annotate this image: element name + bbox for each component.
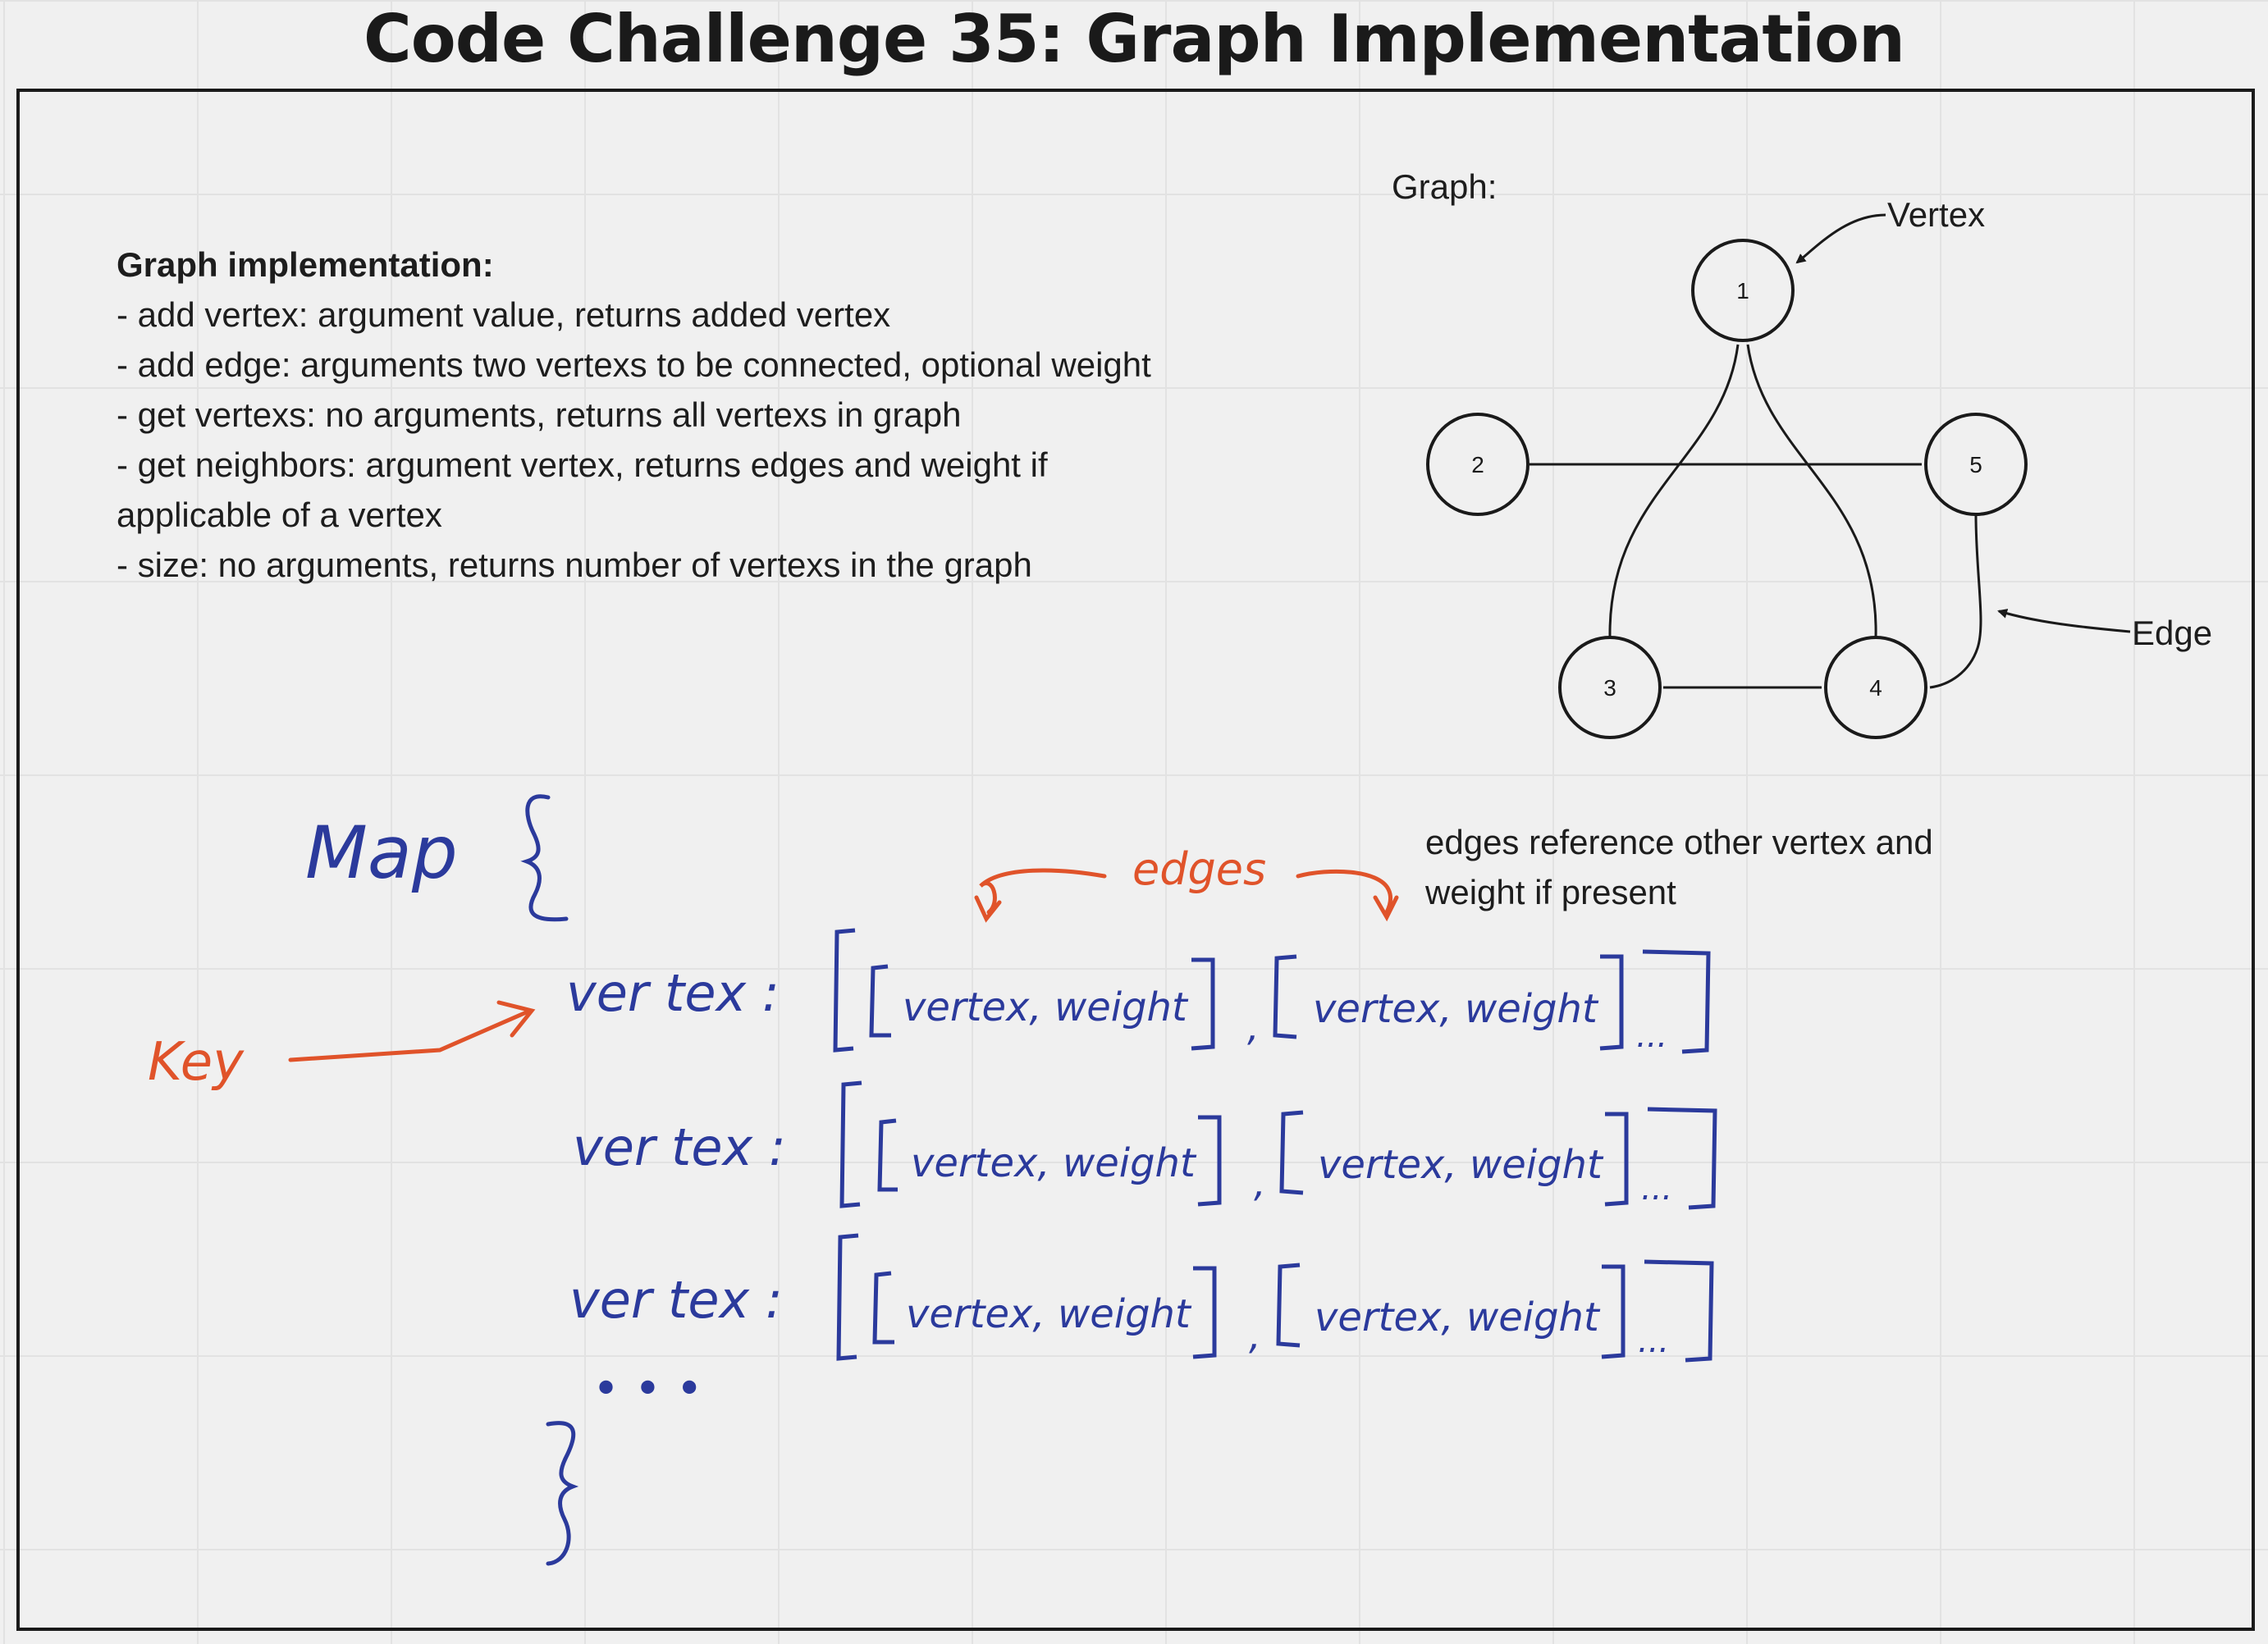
map-entry-row-1: ver tex : vertex, weight , vertex, weigh… bbox=[566, 928, 1711, 1055]
key-label: Key bbox=[148, 1032, 245, 1093]
map-entry-row-2: ver tex : vertex, weight , vertex, weigh… bbox=[573, 1080, 1717, 1210]
pair-close-bracket-icon bbox=[1604, 1112, 1629, 1207]
graph-node-label: 4 bbox=[1869, 675, 1882, 701]
map-close-brace-icon bbox=[546, 1421, 579, 1566]
edge-1-3 bbox=[1608, 344, 1740, 637]
pair-text: vertex, weight bbox=[1315, 1295, 1601, 1340]
graph-nodes: 1 2 3 4 5 bbox=[1426, 239, 2028, 739]
continuation-text: ... bbox=[1638, 1322, 1669, 1360]
pair-open-bracket-icon bbox=[1273, 954, 1297, 1039]
edge-callout-label: Edge bbox=[2132, 614, 2212, 652]
row-key-label: ver tex : bbox=[569, 1270, 783, 1330]
pair-text: vertex, weight bbox=[911, 1140, 1197, 1186]
pair-text: vertex, weight bbox=[1318, 1142, 1604, 1188]
edges-label: edges bbox=[1132, 843, 1266, 895]
pair-close-bracket-icon bbox=[1192, 1266, 1217, 1359]
diagram-canvas: 1 2 3 4 5 Vertex Edge Map ver tex: vert… bbox=[148, 195, 2212, 1566]
graph-node-3: 3 bbox=[1558, 636, 1662, 739]
pair-close-bracket-icon bbox=[1599, 954, 1624, 1051]
edge-1-4 bbox=[1746, 344, 1877, 637]
map-label: Map bbox=[305, 811, 458, 895]
graph-node-2: 2 bbox=[1426, 413, 1530, 516]
pair-text: vertex, weight bbox=[903, 984, 1189, 1030]
vertex-callout-arrow bbox=[1795, 213, 1886, 264]
pair-open-bracket-icon bbox=[872, 1271, 894, 1345]
graph-diagram bbox=[1530, 344, 1982, 689]
outer-open-bracket-icon bbox=[836, 1233, 859, 1361]
pair-close-bracket-icon bbox=[1197, 1115, 1222, 1207]
graph-node-label: 1 bbox=[1736, 278, 1749, 304]
pair-separator: , bbox=[1249, 1313, 1261, 1358]
continuation-text: ... bbox=[1636, 1017, 1667, 1055]
pair-close-bracket-icon bbox=[1191, 957, 1215, 1051]
graph-node-label: 2 bbox=[1471, 452, 1484, 477]
outer-open-bracket-icon bbox=[833, 928, 856, 1053]
graph-node-1: 1 bbox=[1691, 239, 1795, 342]
row-key-label: ver tex : bbox=[573, 1117, 786, 1177]
map-open-brace-icon bbox=[520, 794, 569, 922]
pair-close-bracket-icon bbox=[1601, 1264, 1626, 1359]
pair-text: vertex, weight bbox=[1313, 986, 1599, 1032]
more-rows-ellipsis: • • • bbox=[592, 1363, 703, 1416]
edge-callout: Edge bbox=[1997, 609, 2212, 652]
graph-node-label: 3 bbox=[1603, 675, 1616, 701]
graph-node-5: 5 bbox=[1924, 413, 2028, 516]
key-arrow-icon bbox=[288, 1008, 533, 1062]
pair-open-bracket-icon bbox=[1276, 1263, 1301, 1348]
graph-node-4: 4 bbox=[1824, 636, 1927, 739]
map-sketch: Map ver tex : vertex, weight , vertex, w… bbox=[305, 794, 1717, 1566]
edges-right-arrow-icon bbox=[1296, 869, 1393, 915]
pair-separator: , bbox=[1254, 1161, 1266, 1205]
edge-5-4 bbox=[1929, 514, 1982, 689]
continuation-text: ... bbox=[1641, 1170, 1672, 1208]
edges-right-arrow-head-icon bbox=[1373, 895, 1399, 922]
pair-separator: , bbox=[1247, 1005, 1260, 1049]
map-entry-row-3: ver tex : vertex, weight , vertex, weigh… bbox=[569, 1233, 1714, 1363]
graph-node-label: 5 bbox=[1969, 452, 1982, 477]
vertex-callout: Vertex bbox=[1795, 195, 1985, 264]
pair-open-bracket-icon bbox=[877, 1118, 898, 1192]
outer-open-bracket-icon bbox=[839, 1080, 862, 1208]
pair-open-bracket-icon bbox=[1279, 1110, 1304, 1195]
pair-text: vertex, weight bbox=[906, 1291, 1192, 1337]
edge-callout-arrow bbox=[1997, 609, 2131, 633]
row-key-label: ver tex : bbox=[566, 963, 780, 1023]
pair-open-bracket-icon bbox=[869, 964, 891, 1038]
vertex-callout-label: Vertex bbox=[1887, 195, 1985, 234]
